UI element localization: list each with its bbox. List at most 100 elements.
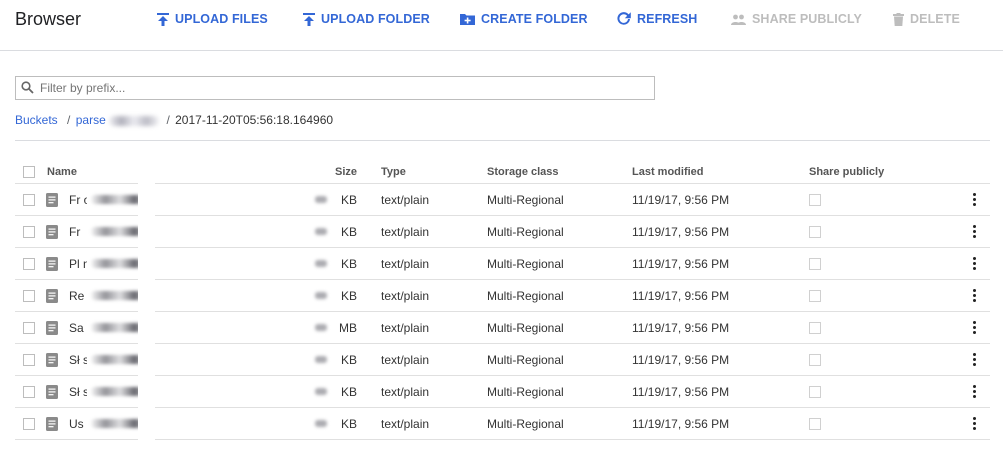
storage-class: Multi-Regional	[487, 320, 564, 335]
share-publicly-checkbox[interactable]	[809, 257, 821, 270]
share-publicly-checkbox[interactable]	[809, 193, 821, 206]
row-checkbox[interactable]	[23, 353, 35, 366]
more-options-icon[interactable]	[971, 224, 977, 239]
more-options-icon[interactable]	[971, 288, 977, 303]
breadcrumb: Buckets / parse / 2017-11-20T05:56:18.16…	[15, 113, 333, 127]
filter-input[interactable]	[40, 79, 640, 97]
file-type: text/plain	[381, 224, 430, 239]
table-row[interactable]: Fr KB text/plain Multi-Regional 11/19/17…	[15, 216, 990, 248]
row-checkbox[interactable]	[23, 225, 35, 238]
file-icon	[46, 352, 58, 367]
table-body: Fr on.csv KB text/plain Multi-Regional 1…	[15, 184, 990, 440]
upload-icon	[303, 12, 315, 26]
file-type: text/plain	[381, 288, 430, 303]
last-modified: 11/19/17, 9:56 PM	[632, 256, 730, 271]
file-name-link[interactable]: Re	[69, 289, 84, 303]
redacted-size	[315, 388, 327, 395]
redacted-name	[87, 410, 167, 436]
file-size: KB	[340, 256, 357, 271]
redacted-size	[315, 260, 327, 267]
create-folder-button[interactable]: CREATE FOLDER	[460, 11, 588, 27]
more-options-icon[interactable]	[971, 416, 977, 431]
storage-class: Multi-Regional	[487, 416, 564, 431]
share-publicly-checkbox[interactable]	[809, 289, 821, 302]
more-options-icon[interactable]	[971, 352, 977, 367]
breadcrumb-buckets-link[interactable]: Buckets	[15, 113, 58, 127]
file-icon	[46, 288, 58, 303]
people-icon	[731, 14, 746, 25]
file-size: KB	[340, 416, 357, 431]
header-size[interactable]: Size	[335, 166, 357, 178]
row-checkbox[interactable]	[23, 193, 35, 206]
storage-class: Multi-Regional	[487, 192, 564, 207]
table-row[interactable]: Sł sv KB text/plain Multi-Regional 11/19…	[15, 376, 990, 408]
table-row[interactable]: Re KB text/plain Multi-Regional 11/19/17…	[15, 280, 990, 312]
upload-folder-button[interactable]: UPLOAD FOLDER	[303, 11, 430, 27]
breadcrumb-bucket-link[interactable]: parse	[76, 113, 106, 127]
share-publicly-checkbox[interactable]	[809, 321, 821, 334]
file-icon	[46, 320, 58, 335]
more-options-icon[interactable]	[971, 256, 977, 271]
share-publicly-button[interactable]: SHARE PUBLICLY	[731, 11, 862, 27]
storage-class: Multi-Regional	[487, 224, 564, 239]
file-icon	[46, 416, 58, 431]
redacted-size	[315, 228, 327, 235]
redacted-size	[315, 196, 327, 203]
row-checkbox[interactable]	[23, 417, 35, 430]
create-folder-label: CREATE FOLDER	[481, 12, 588, 26]
more-options-icon[interactable]	[971, 320, 977, 335]
file-size: KB	[340, 192, 357, 207]
storage-class: Multi-Regional	[487, 384, 564, 399]
file-size: MB	[339, 320, 357, 335]
header-name[interactable]: Name	[47, 166, 77, 178]
file-type: text/plain	[381, 256, 430, 271]
row-checkbox[interactable]	[23, 321, 35, 334]
redacted-name	[87, 314, 167, 340]
table-row[interactable]: Sa .csv MB text/plain Multi-Regional 11/…	[15, 312, 990, 344]
file-type: text/plain	[381, 384, 430, 399]
redacted-bucket-suffix	[109, 115, 160, 126]
table-row[interactable]: Sł s.csv KB text/plain Multi-Regional 11…	[15, 344, 990, 376]
select-all-checkbox[interactable]	[23, 165, 35, 178]
table-row[interactable]: Us KB text/plain Multi-Regional 11/19/17…	[15, 408, 990, 440]
share-publicly-checkbox[interactable]	[809, 353, 821, 366]
breadcrumb-separator: /	[166, 113, 170, 127]
file-icon	[46, 192, 58, 207]
divider	[15, 140, 990, 141]
row-checkbox[interactable]	[23, 289, 35, 302]
file-name-link[interactable]: Fr	[69, 225, 80, 239]
redacted-size	[315, 324, 327, 331]
upload-folder-label: UPLOAD FOLDER	[321, 12, 430, 26]
row-checkbox[interactable]	[23, 257, 35, 270]
refresh-icon	[617, 12, 631, 25]
filter-box	[15, 76, 655, 100]
share-publicly-checkbox[interactable]	[809, 385, 821, 398]
redacted-name	[87, 346, 167, 372]
header-last-modified[interactable]: Last modified	[632, 166, 704, 178]
file-size: KB	[340, 384, 357, 399]
refresh-label: REFRESH	[637, 12, 698, 26]
redacted-size	[315, 356, 327, 363]
redaction-overlay	[138, 160, 155, 442]
row-checkbox[interactable]	[23, 385, 35, 398]
redacted-size	[315, 292, 327, 299]
header-type[interactable]: Type	[381, 166, 406, 178]
file-type: text/plain	[381, 192, 430, 207]
delete-button[interactable]: DELETE	[893, 11, 960, 27]
file-icon	[46, 224, 58, 239]
redacted-name	[87, 378, 167, 404]
table-row[interactable]: Fr on.csv KB text/plain Multi-Regional 1…	[15, 184, 990, 216]
header-storage-class[interactable]: Storage class	[487, 166, 559, 178]
upload-files-button[interactable]: UPLOAD FILES	[157, 11, 268, 27]
file-name-link[interactable]: Us	[69, 417, 84, 431]
share-publicly-checkbox[interactable]	[809, 417, 821, 430]
file-size: KB	[340, 352, 357, 367]
more-options-icon[interactable]	[971, 192, 977, 207]
more-options-icon[interactable]	[971, 384, 977, 399]
file-size: KB	[340, 224, 357, 239]
share-publicly-checkbox[interactable]	[809, 225, 821, 238]
refresh-button[interactable]: REFRESH	[617, 11, 697, 27]
file-icon	[46, 256, 58, 271]
trash-icon	[893, 12, 904, 26]
table-row[interactable]: Pl n.csv KB text/plain Multi-Regional 11…	[15, 248, 990, 280]
